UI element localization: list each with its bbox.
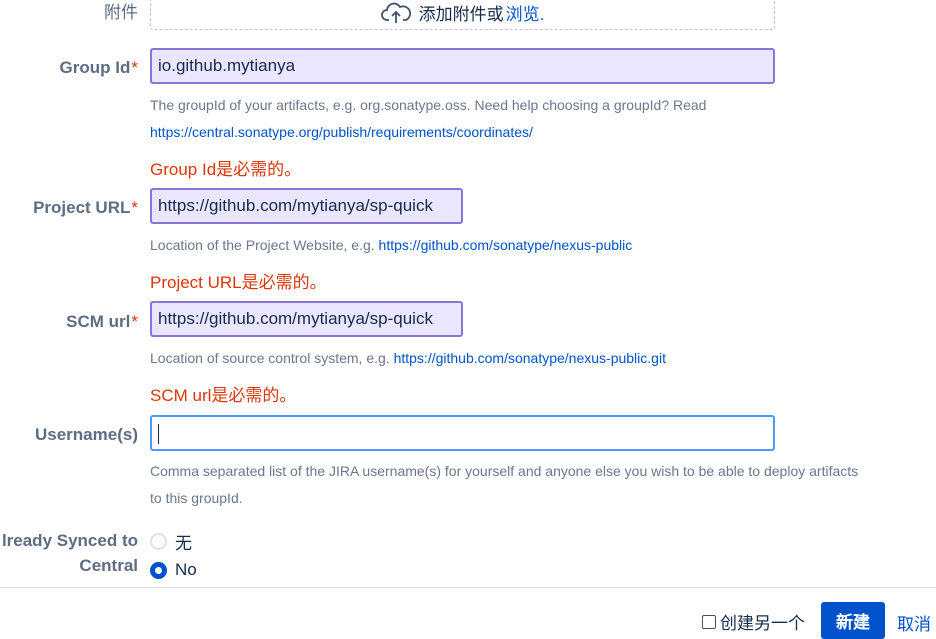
- project-url-label: Project URL*: [33, 198, 138, 218]
- create-another-label: 创建另一个: [720, 614, 805, 633]
- synced-option-no-label: No: [175, 560, 197, 579]
- cancel-link[interactable]: 取消: [897, 610, 931, 635]
- attachment-label: 附件: [104, 3, 138, 22]
- project-url-help: Location of the Project Website, e.g. ht…: [150, 232, 632, 259]
- scm-url-help-text: Location of source control system, e.g.: [150, 350, 390, 366]
- username-label: Username(s): [35, 425, 138, 444]
- username-help-line2: to this groupId.: [150, 490, 243, 506]
- radio-selected[interactable]: [150, 561, 167, 579]
- group-id-help: The groupId of your artifacts, e.g. org.…: [150, 92, 706, 146]
- project-url-help-link[interactable]: https://github.com/sonatype/nexus-public: [379, 237, 633, 253]
- scm-url-input[interactable]: https://github.com/mytianya/sp-quick: [150, 301, 463, 337]
- browse-link[interactable]: 浏览.: [506, 0, 545, 25]
- scm-url-help: Location of source control system, e.g. …: [150, 345, 666, 372]
- cloud-upload-icon: [380, 2, 411, 23]
- scm-url-error: SCM url是必需的。: [150, 386, 297, 405]
- synced-label-line2: Central: [79, 556, 138, 575]
- create-button[interactable]: 新建: [821, 602, 885, 639]
- username-help-line1: Comma separated list of the JIRA usernam…: [150, 463, 859, 479]
- radio-unselected[interactable]: [150, 533, 167, 550]
- text-caret: [158, 423, 159, 444]
- synced-option-none[interactable]: 无: [150, 529, 192, 554]
- scm-url-label-text: SCM url: [66, 312, 131, 331]
- synced-label-line1: lready Synced to: [1, 531, 138, 550]
- group-id-help-text: The groupId of your artifacts, e.g. org.…: [150, 97, 707, 113]
- dialog-footer: 创建另一个 新建 取消: [0, 587, 936, 639]
- username-help: Comma separated list of the JIRA usernam…: [150, 458, 858, 512]
- attachment-dropzone[interactable]: 添加附件或 浏览.: [150, 0, 775, 30]
- project-url-error: Project URL是必需的。: [150, 273, 327, 292]
- project-url-help-text: Location of the Project Website, e.g.: [150, 237, 375, 253]
- required-mark: *: [131, 312, 138, 331]
- project-url-label-text: Project URL: [33, 198, 131, 217]
- scm-url-label: SCM url*: [66, 312, 138, 332]
- username-input[interactable]: [150, 415, 775, 451]
- synced-option-no[interactable]: No: [150, 560, 197, 580]
- synced-label: lready Synced to Central: [2, 528, 138, 578]
- create-another-toggle[interactable]: 创建另一个: [702, 609, 805, 634]
- group-id-error: Group Id是必需的。: [150, 160, 302, 179]
- group-id-label-text: Group Id: [59, 58, 131, 77]
- create-another-checkbox[interactable]: [702, 614, 716, 629]
- required-mark: *: [131, 198, 138, 217]
- synced-option-none-label: 无: [175, 534, 192, 553]
- scm-url-help-link[interactable]: https://github.com/sonatype/nexus-public…: [394, 350, 666, 366]
- group-id-help-link[interactable]: https://central.sonatype.org/publish/req…: [150, 119, 706, 146]
- project-url-input[interactable]: https://github.com/mytianya/sp-quick: [150, 188, 463, 224]
- required-mark: *: [131, 58, 138, 77]
- attachment-text: 添加附件或: [418, 5, 504, 24]
- group-id-label: Group Id*: [60, 58, 138, 78]
- group-id-input[interactable]: io.github.mytianya: [150, 48, 775, 84]
